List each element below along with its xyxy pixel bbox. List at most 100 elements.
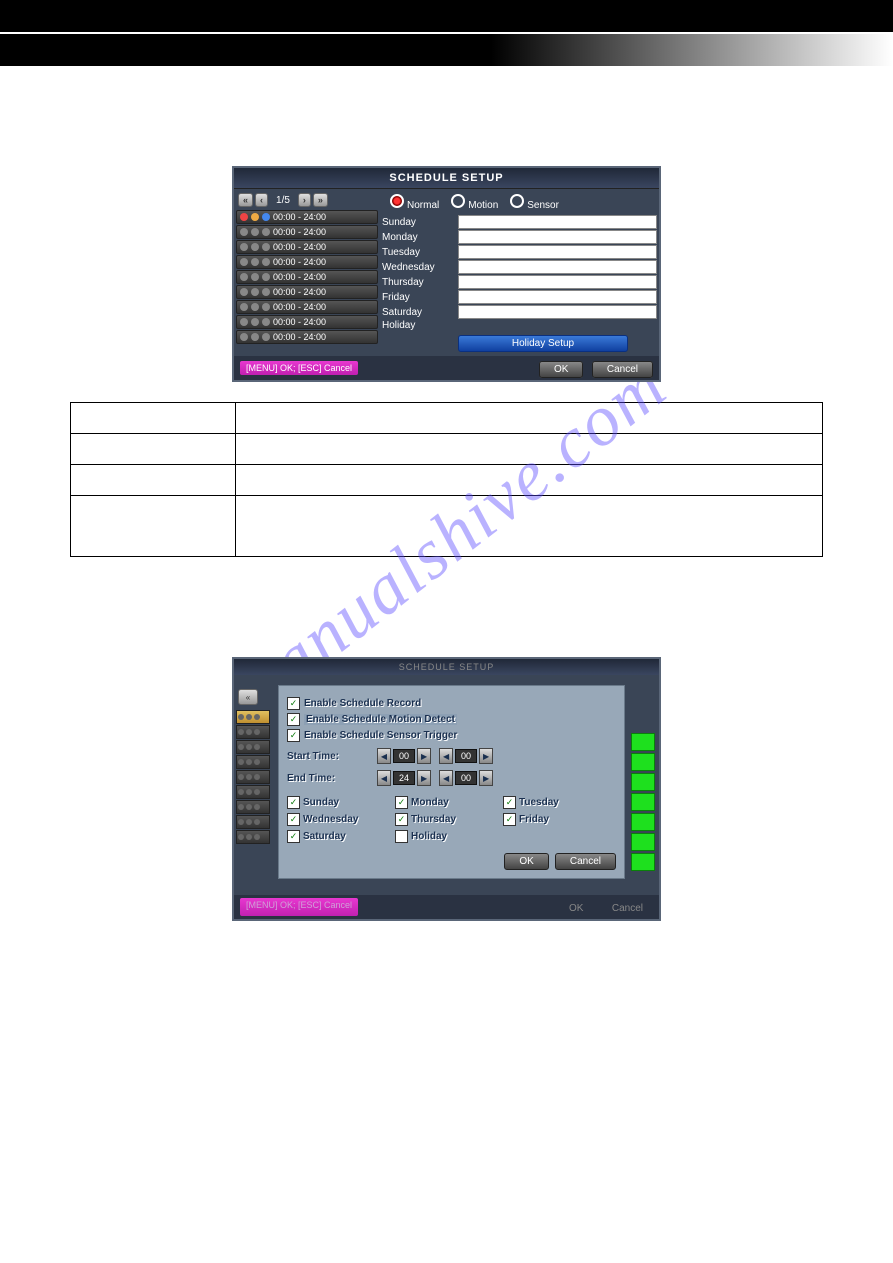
day-label-saturday: Saturday: [382, 307, 452, 318]
popup-cancel-button[interactable]: Cancel: [555, 853, 616, 870]
checkbox-tuesday[interactable]: [503, 796, 516, 809]
day-label-sunday: Sunday: [382, 217, 452, 228]
person-icon: [240, 288, 248, 296]
checkbox-enable-sensor[interactable]: [287, 729, 300, 742]
nav-first-icon[interactable]: «: [238, 689, 258, 705]
label-sunday: Sunday: [303, 797, 339, 808]
motion-icon: [251, 258, 259, 266]
label-monday: Monday: [411, 797, 449, 808]
next-page-button[interactable]: ›: [298, 193, 311, 207]
checkbox-thursday[interactable]: [395, 813, 408, 826]
schedule-row[interactable]: 00:00 - 24:00: [236, 240, 378, 254]
checkbox-monday[interactable]: [395, 796, 408, 809]
thumb-row[interactable]: [236, 770, 270, 784]
bell-icon: [262, 243, 270, 251]
motion-icon: [251, 243, 259, 251]
schedule-row[interactable]: 00:00 - 24:00: [236, 210, 378, 224]
thumb-row[interactable]: [236, 740, 270, 754]
label-thursday: Thursday: [411, 814, 456, 825]
cancel-button[interactable]: Cancel: [592, 361, 653, 378]
schedule-row[interactable]: 00:00 - 24:00: [236, 270, 378, 284]
time-range: 00:00 - 24:00: [273, 332, 326, 342]
green-bar: [631, 833, 655, 851]
start-time-label: Start Time:: [287, 751, 377, 762]
pager: « ‹ 1/5 › »: [236, 191, 378, 209]
thumb-row[interactable]: [236, 755, 270, 769]
day-bar-saturday[interactable]: [458, 305, 657, 319]
inc-start-hour[interactable]: ▶: [417, 748, 431, 764]
table-header-item: Item: [71, 403, 236, 434]
green-bar: [631, 813, 655, 831]
footer-cancel-dim: Cancel: [602, 901, 653, 916]
checkbox-enable-record[interactable]: [287, 697, 300, 710]
schedule-row[interactable]: 00:00 - 24:00: [236, 300, 378, 314]
mode-normal[interactable]: Normal: [390, 194, 439, 211]
dec-start-hour[interactable]: ◀: [377, 748, 391, 764]
table-cell: [236, 434, 823, 465]
thumb-row[interactable]: [236, 830, 270, 844]
start-min-value: 00: [455, 749, 477, 763]
green-bar: [631, 793, 655, 811]
first-page-button[interactable]: «: [238, 193, 253, 207]
checkbox-sunday[interactable]: [287, 796, 300, 809]
motion-icon: [251, 288, 259, 296]
day-bar-friday[interactable]: [458, 290, 657, 304]
day-label-tuesday: Tuesday: [382, 247, 452, 258]
last-page-button[interactable]: »: [313, 193, 328, 207]
schedule-row[interactable]: 00:00 - 24:00: [236, 285, 378, 299]
motion-icon: [251, 273, 259, 281]
checkbox-friday[interactable]: [503, 813, 516, 826]
end-min-value: 00: [455, 771, 477, 785]
day-label-friday: Friday: [382, 292, 452, 303]
description-table: ItemDescription: [70, 402, 823, 557]
time-range: 00:00 - 24:00: [273, 242, 326, 252]
day-bar-tuesday[interactable]: [458, 245, 657, 259]
label-enable-record: Enable Schedule Record: [304, 698, 421, 709]
day-label-thursday: Thursday: [382, 277, 452, 288]
popup-ok-button[interactable]: OK: [504, 853, 548, 870]
day-bar-thursday[interactable]: [458, 275, 657, 289]
dec-start-min[interactable]: ◀: [439, 748, 453, 764]
table-cell: [236, 465, 823, 496]
day-label-holiday: Holiday: [382, 320, 452, 331]
person-icon: [240, 258, 248, 266]
dec-end-hour[interactable]: ◀: [377, 770, 391, 786]
thumb-row[interactable]: [236, 785, 270, 799]
mode-sensor[interactable]: Sensor: [510, 194, 559, 211]
window-title: SCHEDULE SETUP: [234, 168, 659, 189]
day-bar-sunday[interactable]: [458, 215, 657, 229]
thumb-row[interactable]: [236, 710, 270, 724]
schedule-row[interactable]: 00:00 - 24:00: [236, 315, 378, 329]
thumb-row[interactable]: [236, 725, 270, 739]
day-bar-monday[interactable]: [458, 230, 657, 244]
schedule-edit-panel: Enable Schedule Record Enable Schedule M…: [278, 685, 625, 879]
bell-icon: [262, 273, 270, 281]
time-range: 00:00 - 24:00: [273, 302, 326, 312]
person-icon: [240, 303, 248, 311]
inc-end-min[interactable]: ▶: [479, 770, 493, 786]
checkbox-holiday[interactable]: [395, 830, 408, 843]
popup-footer-hint: [MENU] OK; [ESC] Cancel: [240, 898, 358, 916]
thumb-row[interactable]: [236, 800, 270, 814]
day-bar-wednesday[interactable]: [458, 260, 657, 274]
person-icon: [240, 243, 248, 251]
schedule-row[interactable]: 00:00 - 24:00: [236, 330, 378, 344]
label-friday: Friday: [519, 814, 549, 825]
person-icon: [240, 213, 248, 221]
person-icon: [240, 318, 248, 326]
inc-end-hour[interactable]: ▶: [417, 770, 431, 786]
checkbox-wednesday[interactable]: [287, 813, 300, 826]
dec-end-min[interactable]: ◀: [439, 770, 453, 786]
table-cell: [236, 496, 823, 557]
schedule-row[interactable]: 00:00 - 24:00: [236, 225, 378, 239]
holiday-setup-button[interactable]: Holiday Setup: [458, 335, 628, 352]
inc-start-min[interactable]: ▶: [479, 748, 493, 764]
day-label-monday: Monday: [382, 232, 452, 243]
checkbox-enable-motion[interactable]: [287, 713, 300, 726]
prev-page-button[interactable]: ‹: [255, 193, 268, 207]
checkbox-saturday[interactable]: [287, 830, 300, 843]
thumb-row[interactable]: [236, 815, 270, 829]
schedule-row[interactable]: 00:00 - 24:00: [236, 255, 378, 269]
ok-button[interactable]: OK: [539, 361, 583, 378]
mode-motion[interactable]: Motion: [451, 194, 498, 211]
